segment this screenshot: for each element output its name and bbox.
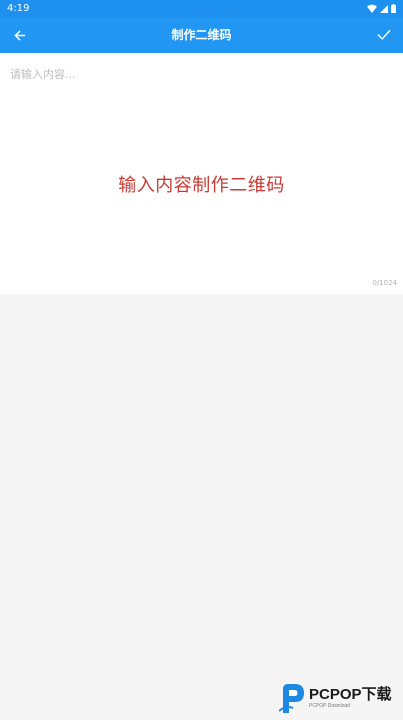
status-bar: 4:19 xyxy=(0,0,403,17)
battery-icon xyxy=(391,4,396,13)
check-icon xyxy=(377,29,391,41)
signal-icon xyxy=(380,4,388,13)
wifi-icon xyxy=(367,4,377,13)
content-card: 输入内容制作二维码 0/1024 xyxy=(0,53,403,294)
page-title: 制作二维码 xyxy=(171,28,232,42)
pcpop-logo-icon xyxy=(279,683,305,713)
char-counter: 0/1024 xyxy=(372,279,397,287)
watermark-logo: PCPOP下载 PCPOP Download xyxy=(279,682,399,714)
watermark-title: PCPOP下载 xyxy=(309,685,392,703)
confirm-button[interactable] xyxy=(366,17,402,53)
status-time: 4:19 xyxy=(7,3,30,14)
back-button[interactable] xyxy=(1,17,37,53)
status-icons xyxy=(367,4,396,13)
arrow-left-icon xyxy=(13,29,26,42)
app-bar: 制作二维码 xyxy=(0,17,403,53)
content-input[interactable] xyxy=(0,53,403,277)
watermark-subtitle: PCPOP Download xyxy=(309,702,351,709)
